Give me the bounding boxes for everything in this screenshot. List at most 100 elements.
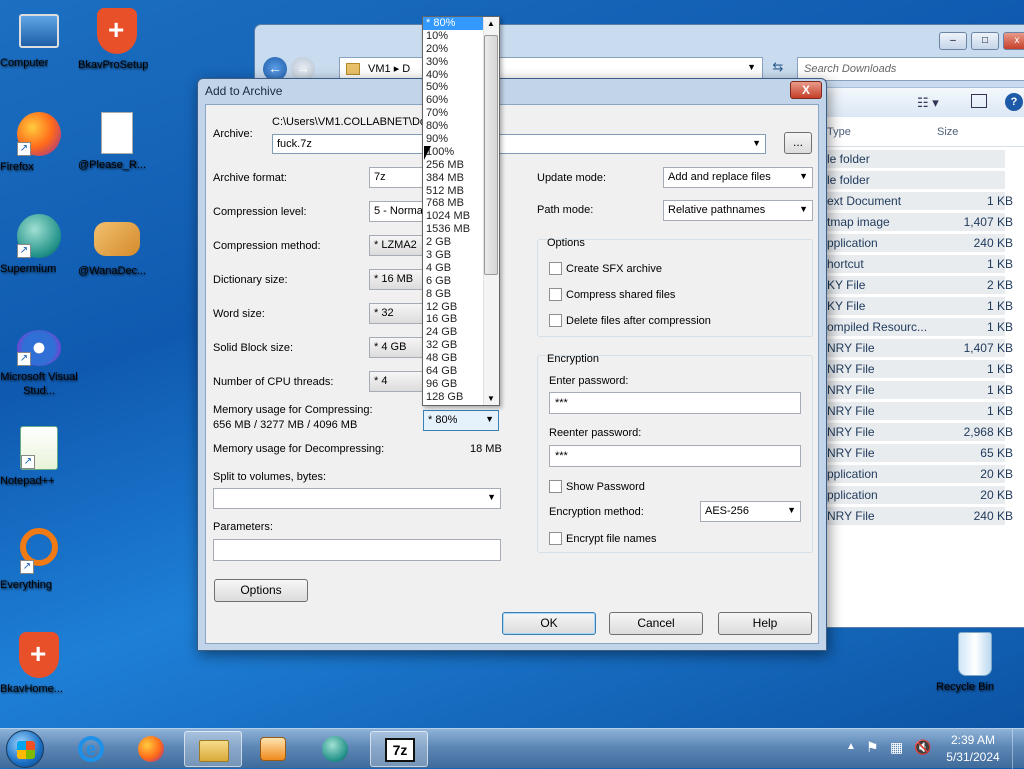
compress-shared-checkbox[interactable]: Compress shared files (549, 288, 675, 301)
solid-block-size-combobox[interactable]: * 4 GB (369, 337, 423, 358)
flag-icon[interactable]: ⚑ (866, 739, 879, 756)
explorer-close-button[interactable]: x (1003, 32, 1024, 50)
dropdown-scrollbar[interactable]: ▲ ▼ (483, 17, 499, 405)
address-segment[interactable]: VM1 (368, 63, 391, 75)
table-row[interactable]: NRY File 1 KB (823, 399, 1024, 420)
checkbox-box[interactable] (549, 288, 562, 301)
scrollbar-thumb[interactable] (484, 35, 498, 275)
taskbar-ie-button[interactable]: e (62, 731, 120, 767)
table-row[interactable]: tmap image 1,407 KB (823, 210, 1024, 231)
chevron-down-icon[interactable]: ▼ (487, 492, 496, 502)
show-hidden-icons-icon[interactable]: ▲ (846, 741, 856, 752)
compression-method-combobox[interactable]: * LZMA2 (369, 235, 423, 256)
desktop-icon-please-read[interactable]: @Please_R... (78, 112, 156, 171)
dictionary-size-combobox[interactable]: * 16 MB (369, 269, 423, 290)
path-mode-combobox[interactable]: Relative pathnames ▼ (663, 200, 813, 221)
dialog-close-button[interactable]: X (790, 81, 822, 99)
archive-name-value: fuck.7z (277, 138, 312, 150)
chevron-down-icon[interactable]: ▼ (485, 414, 494, 424)
table-row[interactable]: hortcut 1 KB (823, 252, 1024, 273)
table-row[interactable]: KY File 1 KB (823, 294, 1024, 315)
encryption-method-combobox[interactable]: AES-256 ▼ (700, 501, 801, 522)
table-row[interactable]: NRY File 65 KB (823, 441, 1024, 462)
checkbox-box[interactable] (549, 314, 562, 327)
chevron-down-icon[interactable]: ▼ (799, 204, 808, 214)
archive-format-combobox[interactable]: 7z (369, 167, 423, 188)
table-row[interactable]: NRY File 1 KB (823, 378, 1024, 399)
chevron-down-icon[interactable]: ▼ (799, 171, 808, 181)
encrypt-names-checkbox[interactable]: Encrypt file names (549, 532, 656, 545)
chevron-down-icon[interactable]: ▼ (752, 138, 761, 148)
table-row[interactable]: ompiled Resourc... 1 KB (823, 315, 1024, 336)
compression-level-combobox[interactable]: 5 - Normal (369, 201, 423, 222)
reenter-password-input[interactable]: *** (549, 445, 801, 467)
file-size: 240 KB (973, 236, 1013, 250)
desktop-icon-wanadecryptor[interactable]: @WanaDec... (78, 214, 156, 277)
chevron-down-icon[interactable]: ▼ (747, 62, 756, 72)
table-row[interactable]: pplication 240 KB (823, 231, 1024, 252)
browse-button[interactable]: ... (784, 132, 812, 154)
show-desktop-button[interactable] (1012, 729, 1024, 769)
table-row[interactable]: le folder (823, 168, 1024, 189)
taskbar-media-button[interactable] (244, 731, 302, 767)
desktop-icon-firefox[interactable]: ↗ Firefox (0, 112, 78, 173)
table-row[interactable]: NRY File 1 KB (823, 357, 1024, 378)
cancel-button[interactable]: Cancel (609, 612, 703, 635)
archive-name-combobox[interactable]: fuck.7z ▼ (272, 134, 766, 154)
word-size-combobox[interactable]: * 32 (369, 303, 423, 324)
desktop-icon-everything[interactable]: ↗ Everything (0, 528, 78, 591)
desktop-icon-bkavprosetup[interactable]: + BkavProSetup (78, 8, 156, 71)
address-segment[interactable]: D (402, 63, 410, 75)
desktop-icon-supermium[interactable]: ↗ Supermium (0, 214, 78, 275)
show-password-checkbox[interactable]: Show Password (549, 480, 645, 493)
checkbox-box[interactable] (549, 480, 562, 493)
desktop-icon-visual-studio[interactable]: ↗ Microsoft Visual Stud... (0, 330, 78, 397)
view-options-icon[interactable]: ☷ ▾ (917, 95, 939, 111)
parameters-input[interactable] (213, 539, 501, 561)
taskbar-explorer-button[interactable] (184, 731, 242, 767)
refresh-button[interactable]: ⇆ (767, 59, 789, 79)
preview-pane-icon[interactable] (971, 94, 987, 108)
table-row[interactable]: KY File 2 KB (823, 273, 1024, 294)
help-icon[interactable]: ? (1005, 93, 1023, 111)
scroll-down-icon[interactable]: ▼ (487, 394, 495, 403)
taskbar-firefox-button[interactable] (122, 731, 180, 767)
table-row[interactable]: NRY File 2,968 KB (823, 420, 1024, 441)
desktop-icon-bkavhome[interactable]: + BkavHome... (0, 632, 78, 695)
search-input[interactable]: Search Downloads (797, 57, 1024, 81)
enter-password-input[interactable]: *** (549, 392, 801, 414)
start-button[interactable] (6, 730, 44, 768)
scroll-up-icon[interactable]: ▲ (487, 19, 495, 28)
delete-after-checkbox[interactable]: Delete files after compression (549, 314, 711, 327)
minimize-button[interactable]: – (939, 32, 967, 50)
clock[interactable]: 2:39 AM 5/31/2024 (938, 733, 1008, 764)
table-row[interactable]: NRY File 240 KB (823, 504, 1024, 525)
volume-muted-icon[interactable]: 🔇 (914, 739, 931, 756)
network-icon[interactable]: ▦ (890, 739, 903, 756)
table-row[interactable]: ext Document 1 KB (823, 189, 1024, 210)
column-header-size[interactable]: Size (937, 126, 958, 138)
column-header-type[interactable]: Type (827, 126, 851, 138)
memory-usage-dropdown-list[interactable]: * 80% 10% 20% 30% 40% 50% 60% 70% 80% 90% 100% 256 … (422, 16, 500, 406)
checkbox-box[interactable] (549, 532, 562, 545)
cpu-threads-combobox[interactable]: * 4 (369, 371, 423, 392)
table-row[interactable]: NRY File 1,407 KB (823, 336, 1024, 357)
table-row[interactable]: pplication 20 KB (823, 483, 1024, 504)
chevron-down-icon[interactable]: ▼ (787, 505, 796, 515)
checkbox-box[interactable] (549, 262, 562, 275)
desktop-icon-computer[interactable]: Computer (0, 10, 78, 69)
memory-usage-combobox[interactable]: * 80% ▼ (423, 410, 499, 431)
options-button[interactable]: Options (214, 579, 308, 602)
ok-button[interactable]: OK (502, 612, 596, 635)
taskbar-supermium-button[interactable] (306, 731, 364, 767)
split-volumes-combobox[interactable]: ▼ (213, 488, 501, 509)
table-row[interactable]: le folder (823, 147, 1024, 168)
create-sfx-checkbox[interactable]: Create SFX archive (549, 262, 662, 275)
taskbar-7zip-button[interactable]: 7z (370, 731, 428, 767)
help-button[interactable]: Help (718, 612, 812, 635)
update-mode-combobox[interactable]: Add and replace files ▼ (663, 167, 813, 188)
maximize-button[interactable]: □ (971, 32, 999, 50)
desktop-icon-recycle-bin[interactable]: Recycle Bin (936, 632, 1014, 693)
table-row[interactable]: pplication 20 KB (823, 462, 1024, 483)
desktop-icon-notepad-plus-plus[interactable]: ↗ Notepad++ (0, 426, 78, 487)
